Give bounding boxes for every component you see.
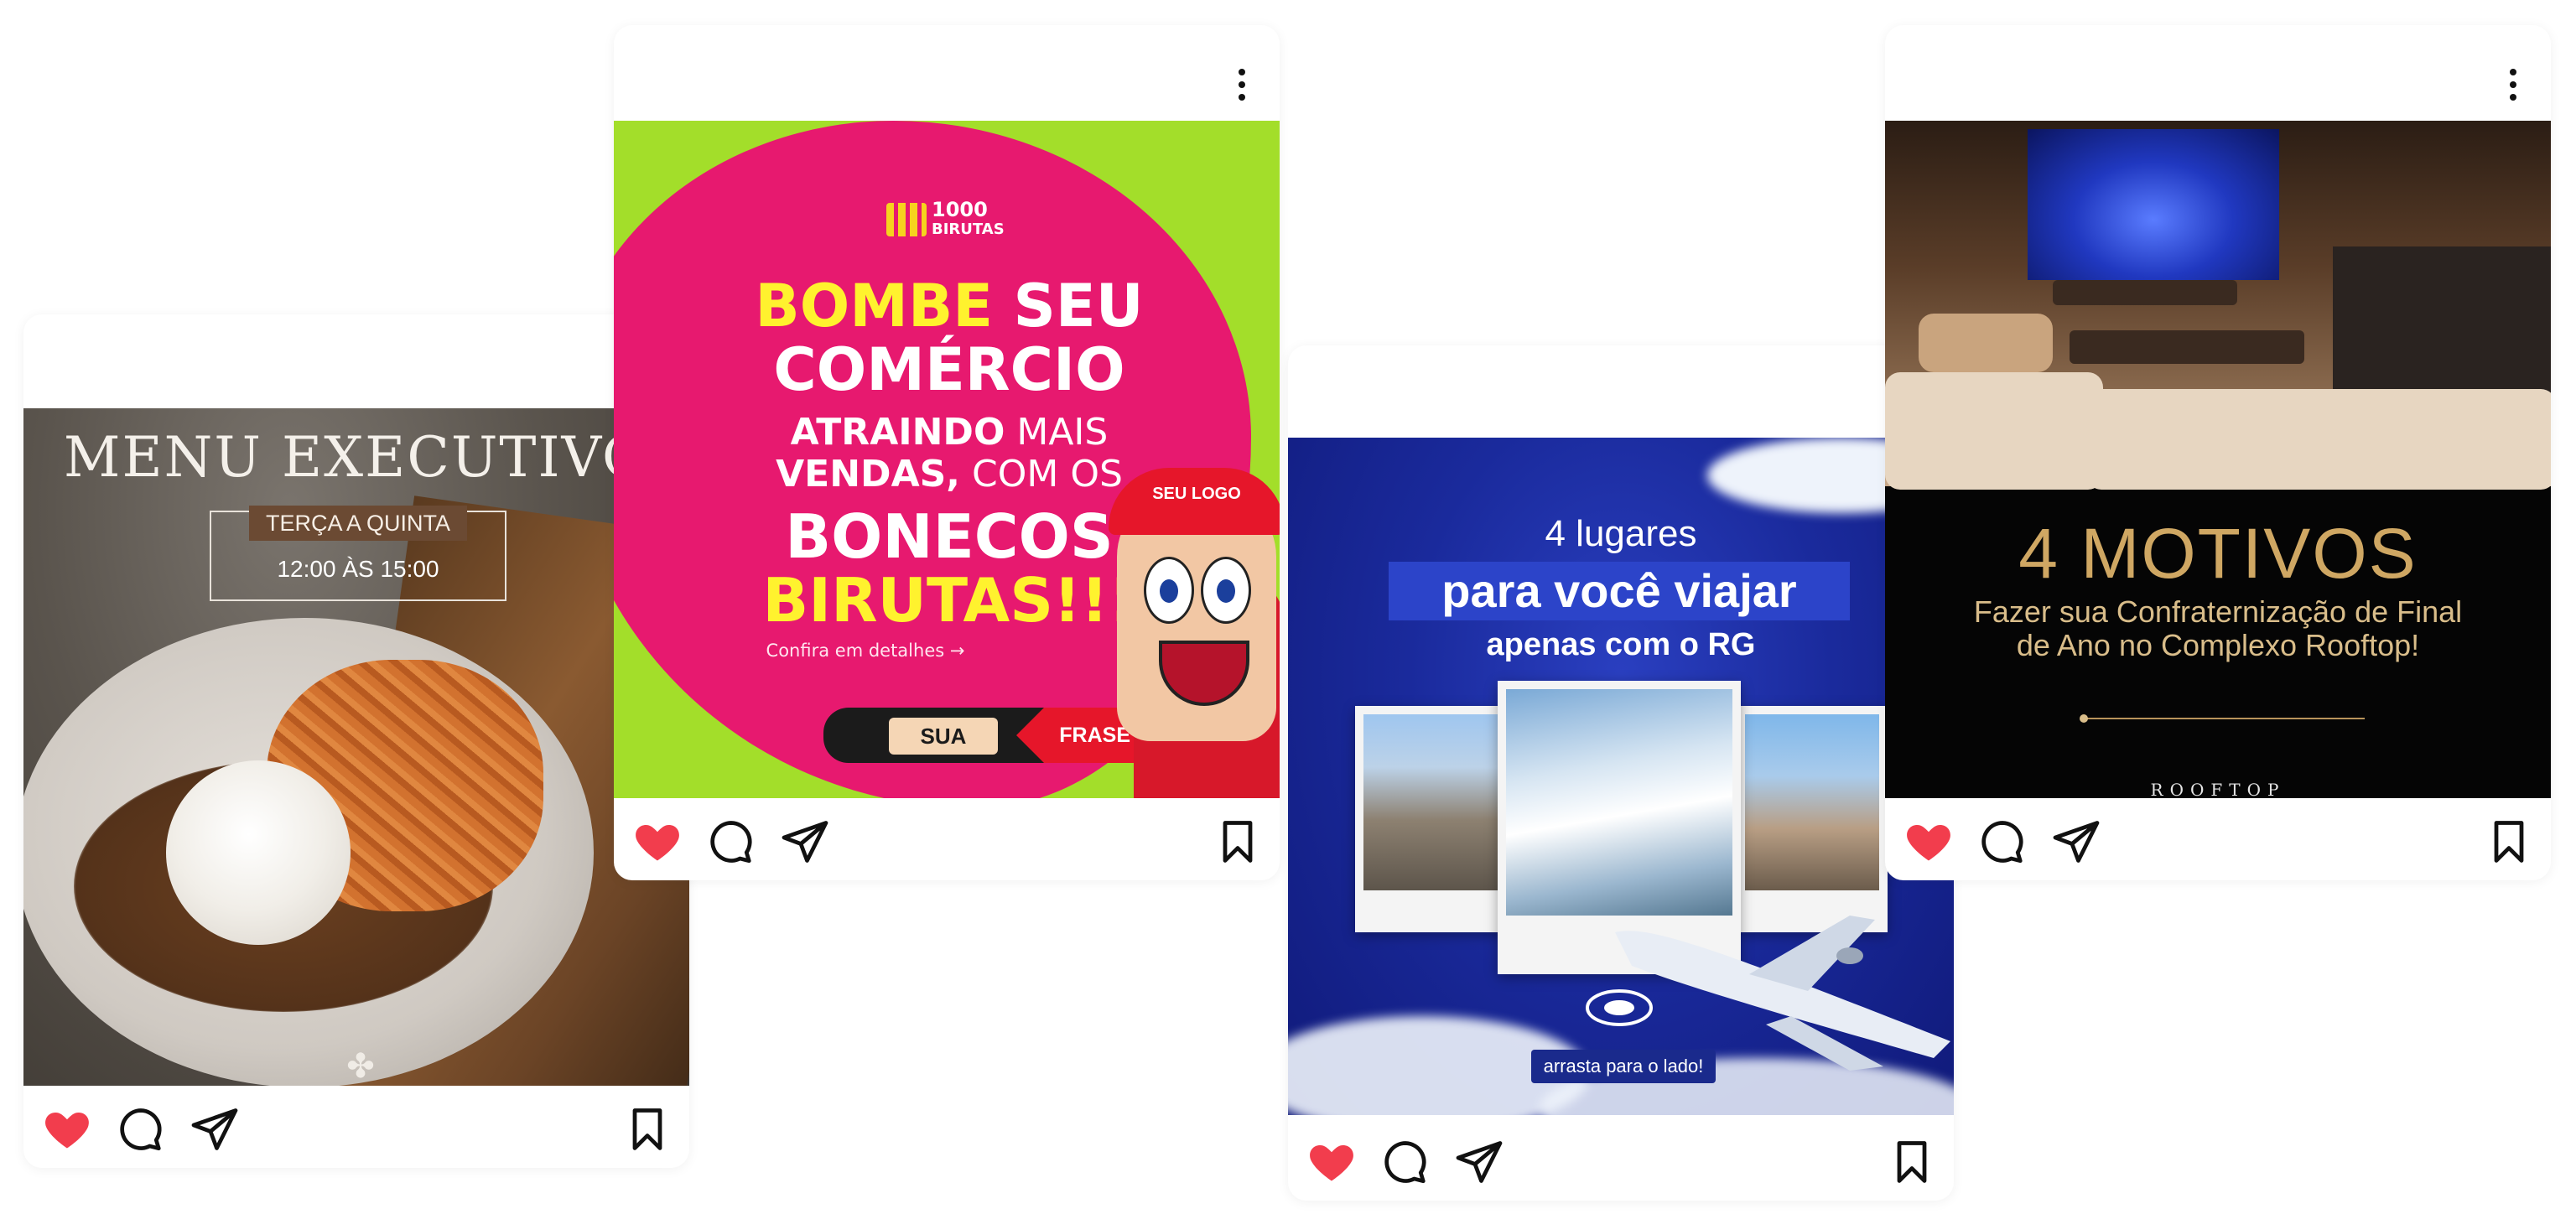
post-card-birutas: 1000 BIRUTAS BOMBE SEU COMÉRCIO ATRAINDO… [614,25,1280,880]
headline-line-1: 4 lugares [1545,513,1697,554]
post-card-menu-executivo: MENU EXECUTIVO TERÇA A QUINTA 12:00 ÀS 1… [23,314,689,1168]
sign-left: SUA [889,718,998,755]
brand-logo: 1000 BIRUTAS [886,198,1012,245]
sofa [1885,372,2103,490]
photo-argentina [1355,706,1506,932]
details-link[interactable]: Confira em detalhes → [614,641,1117,661]
post-title: 4 MOTIVOS [2018,514,2418,593]
post-header [614,25,1280,121]
bookmark-icon[interactable] [1887,1137,1937,1187]
post-card-rooftop: 4 MOTIVOS Fazer sua Confraternização de … [1885,25,2551,880]
post-actions [23,1086,689,1168]
post-image[interactable]: 4 MOTIVOS Fazer sua Confraternização de … [1885,121,2551,798]
bookmark-icon[interactable] [2484,817,2534,867]
heart-icon[interactable] [1306,1137,1357,1187]
bar-counter [2333,246,2551,397]
schedule-box: TERÇA A QUINTA 12:00 ÀS 15:00 [210,506,506,601]
divider [2080,714,2365,723]
send-icon[interactable] [1454,1137,1504,1187]
bookmark-icon[interactable] [622,1104,673,1154]
agency-logo-icon [1586,989,1653,1026]
headline-line-3: apenas com o RG [1486,627,1756,662]
post-header [1885,25,2551,121]
mascot-cap: SEU LOGO [1109,468,1280,535]
post-title: MENU EXECUTIVO [63,425,650,490]
post-actions [1288,1118,1954,1201]
more-options-icon[interactable] [2509,69,2517,101]
post-subtitle: Fazer sua Confraternização de Final de A… [1973,594,2463,662]
comment-icon[interactable] [1380,1137,1431,1187]
sofa [2086,389,2551,490]
post-image[interactable]: 4 lugares para você viajar apenas com o … [1288,438,1954,1115]
swipe-hint: arrasta para o lado! [1531,1050,1716,1083]
more-options-icon[interactable] [1238,69,1246,101]
comment-icon[interactable] [116,1104,166,1154]
headline-line-1: BOMBE SEU [755,272,1144,340]
logo-text-2: BIRUTAS [932,220,1005,238]
post-image[interactable]: 1000 BIRUTAS BOMBE SEU COMÉRCIO ATRAINDO… [614,121,1280,798]
brand-logo: ROOFTOP [2150,780,2286,798]
headline-line-2: para você viajar [1389,562,1850,620]
post-image[interactable]: MENU EXECUTIVO TERÇA A QUINTA 12:00 ÀS 1… [23,408,689,1086]
restaurant-photo [1885,121,2551,490]
mascot-eye-left [1144,557,1194,624]
send-icon[interactable] [2051,817,2101,867]
bookmark-icon[interactable] [1213,817,1263,867]
table [2053,280,2237,305]
glass-window [2028,129,2279,280]
table [2070,330,2304,364]
headline-line-3: ATRAINDO MAIS [790,411,1109,454]
heart-icon[interactable] [632,817,683,867]
burrata [166,760,351,945]
post-actions [1885,798,2551,880]
post-card-viagem: 4 lugares para você viajar apenas com o … [1288,345,1954,1201]
brand-logo-icon: ✤ [346,1047,375,1086]
hours-text: 12:00 ÀS 15:00 [277,556,439,582]
send-icon[interactable] [780,817,830,867]
days-badge: TERÇA A QUINTA [249,506,467,541]
send-icon[interactable] [190,1104,240,1154]
headline-line-2: COMÉRCIO [773,335,1125,404]
heart-icon[interactable] [1903,817,1954,867]
heart-icon[interactable] [42,1104,92,1154]
mascot-eye-right [1201,557,1251,624]
comment-icon[interactable] [706,817,756,867]
logo-mark-icon [886,203,927,236]
post-actions [614,798,1280,880]
logo-text-1: 1000 [932,198,988,221]
armchair [1919,314,2053,372]
comment-icon[interactable] [1977,817,2028,867]
